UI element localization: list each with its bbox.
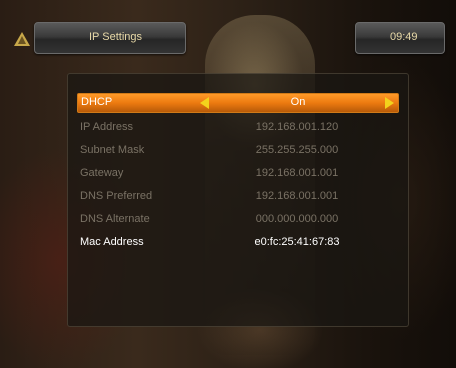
setting-value: 000.000.000.000 [255, 213, 339, 225]
setting-label: DHCP [81, 96, 113, 108]
setting-row-dns-alternate: DNS Alternate 000.000.000.000 [77, 210, 397, 230]
setting-row-gateway: Gateway 192.168.001.001 [77, 164, 397, 184]
setting-value: e0:fc:25:41:67:83 [254, 236, 340, 248]
setting-value: 255.255.255.000 [255, 144, 339, 156]
setting-value: 192.168.001.001 [255, 167, 339, 179]
clock-bar: 09:49 [355, 22, 445, 54]
setting-value: 192.168.001.120 [255, 121, 339, 133]
setting-row-mac-address: Mac Address e0:fc:25:41:67:83 [77, 233, 397, 253]
setting-row-subnet-mask: Subnet Mask 255.255.255.000 [77, 141, 397, 161]
setting-label: Subnet Mask [80, 144, 145, 156]
setting-value: On [290, 96, 306, 108]
setting-label: DNS Preferred [80, 190, 153, 202]
setting-row-ip-address: IP Address 192.168.001.120 [77, 118, 397, 138]
setting-row-dhcp[interactable]: DHCP On [77, 93, 399, 113]
setting-label: Gateway [80, 167, 124, 179]
page-title: IP Settings [89, 31, 142, 43]
arrow-right-icon[interactable] [385, 97, 394, 109]
setting-label: IP Address [80, 121, 133, 133]
setting-label: DNS Alternate [80, 213, 150, 225]
setting-label: Mac Address [80, 236, 144, 248]
tv-screen: IP Settings 09:49 DHCP On IP Address 192… [0, 0, 456, 368]
title-bar: IP Settings [34, 22, 186, 54]
brand-logo-icon [14, 32, 30, 46]
setting-value: 192.168.001.001 [255, 190, 339, 202]
arrow-left-icon[interactable] [200, 97, 209, 109]
setting-row-dns-preferred: DNS Preferred 192.168.001.001 [77, 187, 397, 207]
clock: 09:49 [390, 31, 418, 43]
